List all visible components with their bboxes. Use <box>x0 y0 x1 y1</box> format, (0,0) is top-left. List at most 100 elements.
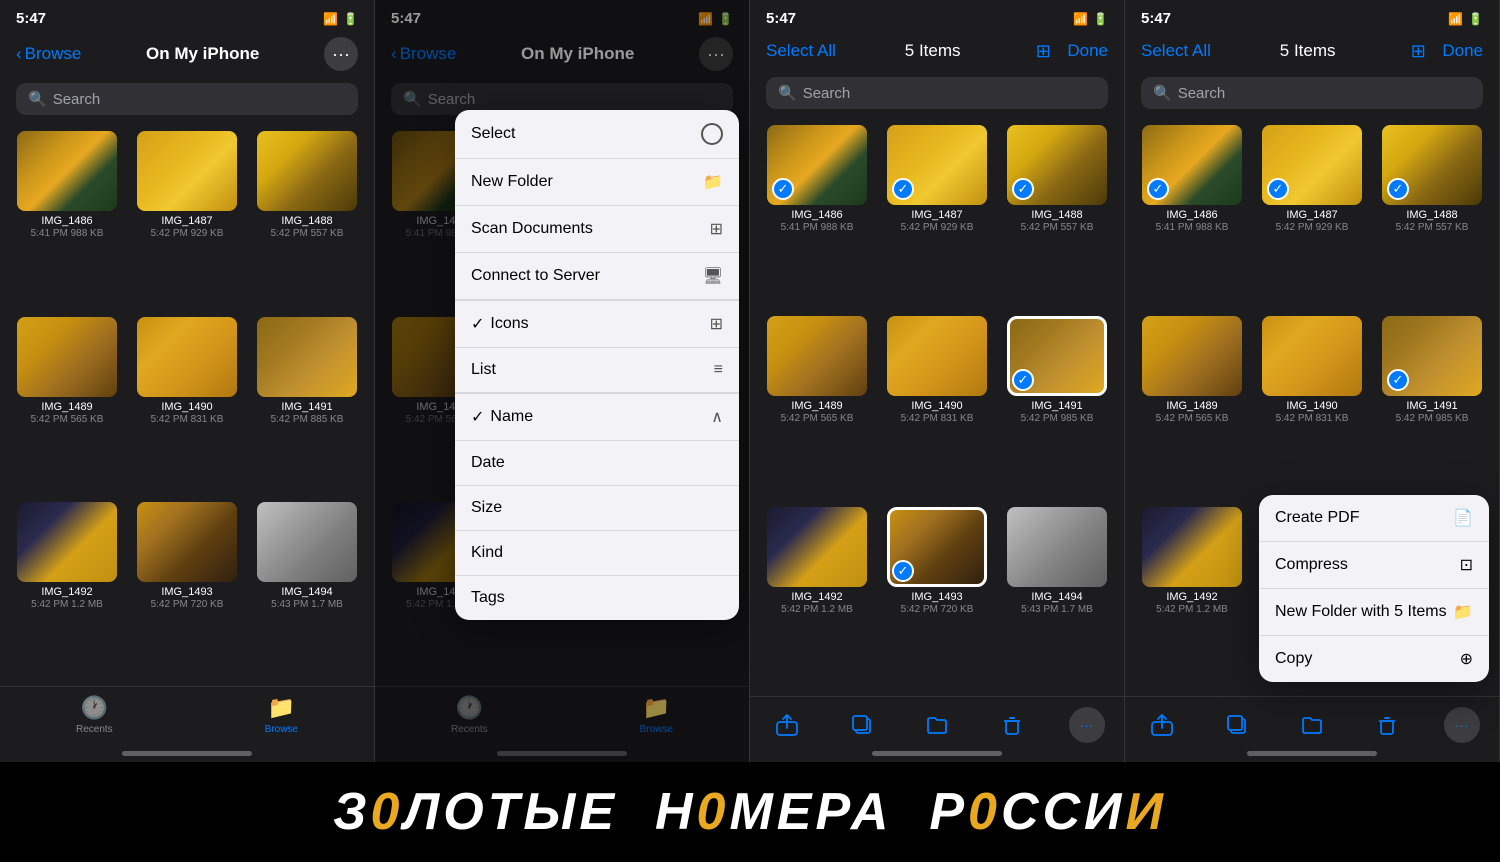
back-button-1[interactable]: ‹ Browse <box>16 44 81 64</box>
trash-btn-4[interactable] <box>1369 707 1405 743</box>
dropdown-tags[interactable]: Tags <box>455 576 739 620</box>
file-item-grid3-6[interactable]: IMG_14925:42 PM 1.2 MB <box>762 507 872 688</box>
dropdown-size[interactable]: Size <box>455 486 739 531</box>
trash-btn-3[interactable] <box>994 707 1030 743</box>
dropdown-select-label: Select <box>471 125 515 143</box>
file-item-grid3-5[interactable]: ✓IMG_14915:42 PM 985 KB <box>1002 316 1112 497</box>
toolbar-4: ··· <box>1125 696 1499 751</box>
file-item-grid4-0[interactable]: ✓IMG_14865:41 PM 988 KB <box>1137 125 1247 306</box>
dropdown-server[interactable]: Connect to Server 🖥 <box>455 253 739 300</box>
file-item-grid4-5[interactable]: ✓IMG_14915:42 PM 985 KB <box>1377 316 1487 497</box>
status-bar-4: 5:47 📶 🔋 <box>1125 0 1499 33</box>
dropdown-icons[interactable]: ✓ Icons ⊞ <box>455 301 739 348</box>
file-item-grid4-3[interactable]: IMG_14895:42 PM 565 KB <box>1137 316 1247 497</box>
file-item-grid3-2[interactable]: ✓IMG_14885:42 PM 557 KB <box>1002 125 1112 306</box>
ctx-copy[interactable]: Copy ⊕ <box>1259 636 1489 682</box>
ctx-create-pdf-label: Create PDF <box>1275 509 1359 527</box>
file-meta-5: 5:42 PM 985 KB <box>1396 412 1469 426</box>
file-item-grid1-3[interactable]: IMG_14895:42 PM 565 KB <box>12 317 122 493</box>
share-btn-3[interactable] <box>769 707 805 743</box>
dropdown-new-folder[interactable]: New Folder 📁 <box>455 159 739 206</box>
browse-icon-1: 📁 <box>268 695 295 721</box>
file-item-grid1-0[interactable]: IMG_14865:41 PM 988 KB <box>12 131 122 307</box>
search-bar-4[interactable]: 🔍 Search <box>1141 77 1483 109</box>
share-btn-4[interactable] <box>1144 707 1180 743</box>
done-btn-4[interactable]: Done <box>1442 41 1483 61</box>
file-item-grid1-8[interactable]: IMG_14945:43 PM 1.7 MB <box>252 502 362 678</box>
ctx-new-folder[interactable]: New Folder with 5 Items 📁 <box>1259 589 1489 636</box>
more-button-1[interactable]: ··· <box>324 37 358 71</box>
time-1: 5:47 <box>16 10 46 27</box>
dropdown-select[interactable]: Select <box>455 110 739 159</box>
file-item-grid1-1[interactable]: IMG_14875:42 PM 929 KB <box>132 131 242 307</box>
select-all-btn-4[interactable]: Select All <box>1141 41 1211 61</box>
dropdown-date-label: Date <box>471 454 505 472</box>
file-meta-5: 5:42 PM 985 KB <box>1021 412 1094 426</box>
ctx-create-pdf[interactable]: Create PDF 📄 <box>1259 495 1489 542</box>
file-item-grid1-4[interactable]: IMG_14905:42 PM 831 KB <box>132 317 242 493</box>
more-btn-4[interactable]: ··· <box>1444 707 1480 743</box>
file-meta-5: 5:42 PM 885 KB <box>271 413 344 427</box>
search-placeholder-3: Search <box>803 85 851 102</box>
file-item-grid4-1[interactable]: ✓IMG_14875:42 PM 929 KB <box>1257 125 1367 306</box>
done-btn-3[interactable]: Done <box>1067 41 1108 61</box>
search-icon-4: 🔍 <box>1153 84 1172 102</box>
file-name-4: IMG_1490 <box>1286 400 1337 412</box>
more-btn-3[interactable]: ··· <box>1069 707 1105 743</box>
status-bar-3: 5:47 📶 🔋 <box>750 0 1124 33</box>
home-indicator-4 <box>1247 751 1377 756</box>
dropdown-name[interactable]: ✓ Name ∧ <box>455 394 739 441</box>
folder-btn-4[interactable] <box>1294 707 1330 743</box>
file-item-grid3-4[interactable]: IMG_14905:42 PM 831 KB <box>882 316 992 497</box>
tab-label-browse-1: Browse <box>265 724 298 735</box>
tab-browse-1[interactable]: 📁 Browse <box>265 695 298 735</box>
dropdown-scan[interactable]: Scan Documents ⊞ <box>455 206 739 253</box>
dropdown-kind[interactable]: Kind <box>455 531 739 576</box>
grid-view-btn-4[interactable]: ⊞ <box>1404 37 1432 65</box>
ctx-compress-label: Compress <box>1275 556 1348 574</box>
highlight-3: И <box>1125 783 1166 841</box>
file-meta-7: 5:42 PM 720 KB <box>901 603 974 617</box>
highlight-1: 0 <box>697 783 730 841</box>
file-item-grid1-2[interactable]: IMG_14885:42 PM 557 KB <box>252 131 362 307</box>
dropdown-date[interactable]: Date <box>455 441 739 486</box>
select-all-btn-3[interactable]: Select All <box>766 41 836 61</box>
file-item-grid4-6[interactable]: IMG_14925:42 PM 1.2 MB <box>1137 507 1247 688</box>
file-item-grid3-7[interactable]: ✓IMG_14935:42 PM 720 KB <box>882 507 992 688</box>
copy-btn-3[interactable] <box>844 707 880 743</box>
banner-text: З0ЛОТЫЕ Н0МЕРА Р0ССИИ <box>333 782 1167 842</box>
file-item-grid3-8[interactable]: IMG_14945:43 PM 1.7 MB <box>1002 507 1112 688</box>
file-grid-3: ✓IMG_14865:41 PM 988 KB✓IMG_14875:42 PM … <box>750 117 1124 696</box>
search-bar-3[interactable]: 🔍 Search <box>766 77 1108 109</box>
grid-view-btn-3[interactable]: ⊞ <box>1029 37 1057 65</box>
file-item-grid4-2[interactable]: ✓IMG_14885:42 PM 557 KB <box>1377 125 1487 306</box>
file-name-4: IMG_1490 <box>911 400 962 412</box>
dropdown-list[interactable]: List ≡ <box>455 348 739 393</box>
file-name-7: IMG_1493 <box>161 586 212 598</box>
file-meta-2: 5:42 PM 557 KB <box>1021 221 1094 235</box>
file-item-grid3-0[interactable]: ✓IMG_14865:41 PM 988 KB <box>762 125 872 306</box>
file-item-grid4-4[interactable]: IMG_14905:42 PM 831 KB <box>1257 316 1367 497</box>
file-name-0: IMG_1486 <box>791 209 842 221</box>
file-meta-1: 5:42 PM 929 KB <box>901 221 974 235</box>
file-name-8: IMG_1494 <box>1031 591 1082 603</box>
file-item-grid1-6[interactable]: IMG_14925:42 PM 1.2 MB <box>12 502 122 678</box>
file-name-1: IMG_1487 <box>911 209 962 221</box>
check-badge-1: ✓ <box>892 178 914 200</box>
file-name-1: IMG_1487 <box>1286 209 1337 221</box>
file-meta-4: 5:42 PM 831 KB <box>901 412 974 426</box>
tab-recents-1[interactable]: 🕐 Recents <box>76 695 113 735</box>
check-badge-0: ✓ <box>772 178 794 200</box>
folder-btn-3[interactable] <box>919 707 955 743</box>
search-placeholder-1: Search <box>53 91 101 108</box>
search-bar-1[interactable]: 🔍 Search <box>16 83 358 115</box>
file-item-grid3-3[interactable]: IMG_14895:42 PM 565 KB <box>762 316 872 497</box>
copy-btn-4[interactable] <box>1219 707 1255 743</box>
file-meta-3: 5:42 PM 565 KB <box>1156 412 1229 426</box>
file-item-grid1-5[interactable]: IMG_14915:42 PM 885 KB <box>252 317 362 493</box>
ctx-compress[interactable]: Compress ⊡ <box>1259 542 1489 589</box>
file-item-grid1-7[interactable]: IMG_14935:42 PM 720 KB <box>132 502 242 678</box>
file-item-grid3-1[interactable]: ✓ IMG_14875:42 PM 929 KB <box>882 125 992 306</box>
file-name-0: IMG_1486 <box>41 215 92 227</box>
ctx-new-folder-label: New Folder with 5 Items <box>1275 603 1447 621</box>
